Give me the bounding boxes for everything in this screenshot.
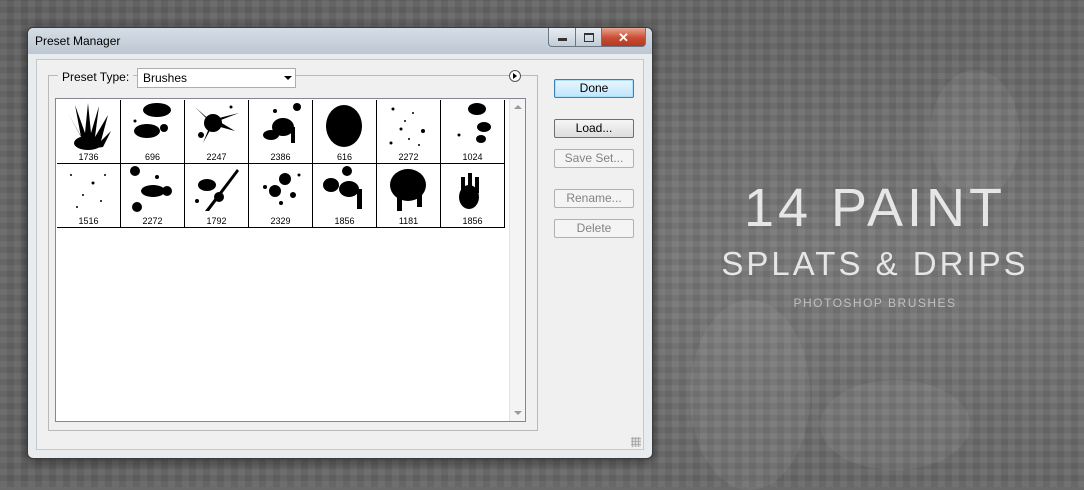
spatter-brush-icon [263,173,301,205]
brush-thumbnail[interactable]: 2386 [249,100,313,164]
brush-thumbnail[interactable]: 2272 [121,164,185,228]
brush-thumbnail[interactable]: 1736 [57,100,121,164]
brush-thumbnail[interactable]: 616 [313,100,377,164]
large-drip-brush-icon [390,169,426,211]
scroll-up-icon[interactable] [514,105,522,109]
maximize-button[interactable] [576,28,602,47]
vertical-scrollbar[interactable] [509,99,525,421]
promo-caption: PHOTOSHOP BRUSHES [793,296,957,310]
close-button[interactable]: ✕ [602,28,646,47]
preset-type-label: Preset Type: [58,70,134,84]
streak-splat-brush-icon [195,169,239,211]
minimize-icon [557,38,567,41]
scroll-down-icon[interactable] [514,411,522,415]
title-bar[interactable]: Preset Manager ✕ [28,28,652,54]
fine-speckle-brush-icon [70,174,106,208]
window-controls: ✕ [548,28,646,47]
dripping-blob-brush-icon [323,166,362,209]
brush-thumbnail[interactable]: 1856 [313,164,377,228]
delete-button[interactable]: Delete [554,219,634,238]
preset-manager-window: Preset Manager ✕ Preset Type: Brushes 17… [27,27,653,459]
splash-brush-icon [195,105,239,143]
brush-thumbnail[interactable]: 1856 [441,164,505,228]
save-set-button[interactable]: Save Set... [554,149,634,168]
promo-text: 14 PAINT SPLATS & DRIPS PHOTOSHOP BRUSHE… [712,176,1038,310]
close-icon: ✕ [618,29,629,45]
maximize-icon [583,32,594,42]
brush-thumbnail[interactable]: 1792 [185,164,249,228]
brush-grid: 1736 696 2247 2386 616 2272 1024 1516 22… [57,100,505,228]
drip-splat-brush-icon [263,103,301,143]
brush-thumbnail[interactable]: 1516 [57,164,121,228]
chevron-down-icon [284,76,292,80]
promo-subtitle: SPLATS & DRIPS [721,245,1029,282]
brush-thumbnail[interactable]: 2247 [185,100,249,164]
done-button[interactable]: Done [554,79,634,98]
load-button[interactable]: Load... [554,119,634,138]
round-blot-brush-icon [326,105,362,147]
brush-thumbnail[interactable]: 1181 [377,164,441,228]
brush-thumbnail[interactable]: 2272 [377,100,441,164]
drops-brush-icon [457,103,491,143]
rename-button[interactable]: Rename... [554,189,634,208]
resize-grip-icon[interactable] [631,437,641,447]
window-title: Preset Manager [35,34,121,48]
splatter-brush-icon [130,166,172,212]
brush-thumbnail[interactable]: 2329 [249,164,313,228]
preset-type-select[interactable]: Brushes [137,68,296,88]
dialog-client: Preset Type: Brushes 1736 696 2247 2386 … [36,59,644,450]
preset-type-value: Brushes [143,71,188,85]
promo-title: 14 PAINT [743,178,1007,238]
blob-splat-brush-icon [133,103,171,138]
spiky-burst-brush-icon [68,103,111,150]
panel-menu-icon[interactable] [509,70,521,82]
brush-thumbnail[interactable]: 696 [121,100,185,164]
brush-list[interactable]: 1736 696 2247 2386 616 2272 1024 1516 22… [55,98,526,422]
speckle-brush-icon [389,107,425,146]
brush-thumbnail[interactable]: 1024 [441,100,505,164]
minimize-button[interactable] [548,28,576,47]
hand-splat-brush-icon [459,173,479,209]
